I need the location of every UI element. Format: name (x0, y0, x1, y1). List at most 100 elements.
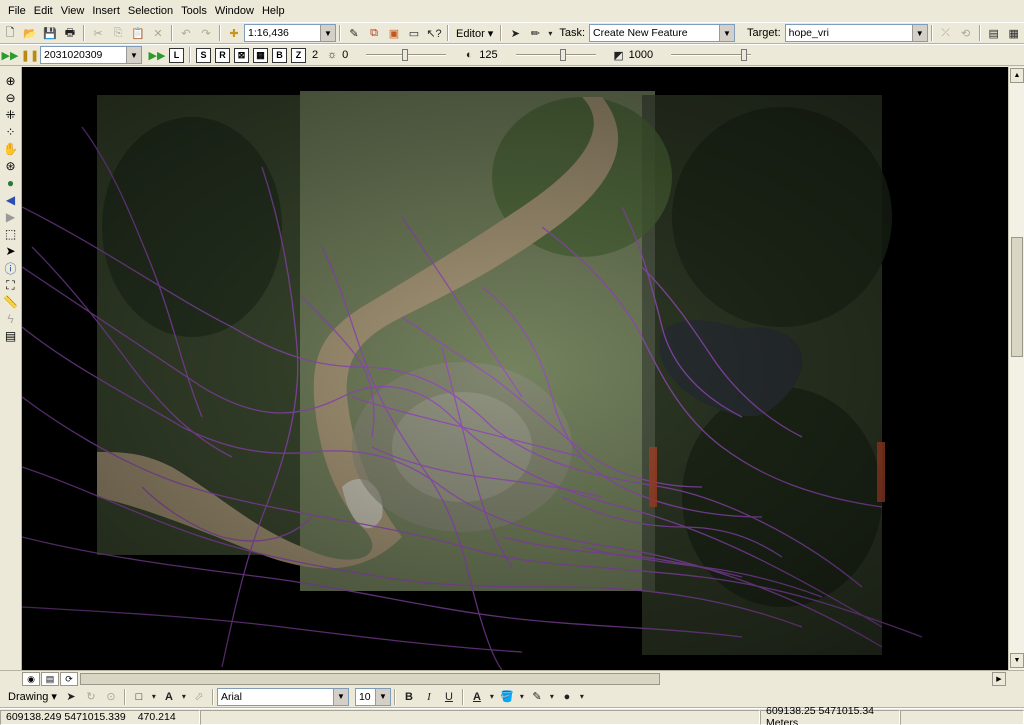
date-select[interactable]: 2031020309 ▼ (40, 46, 142, 64)
underline-button[interactable]: U (440, 688, 458, 706)
swipe-icon[interactable]: ⊠ (234, 47, 249, 63)
zoom-to-selected-icon[interactable]: ⊙ (102, 688, 120, 706)
menu-tools[interactable]: Tools (177, 0, 211, 22)
editor-menu[interactable]: Editor ▾ (456, 27, 493, 40)
arccatalog-icon[interactable]: ▣ (385, 24, 403, 42)
rotate-icon[interactable]: ↻ (82, 688, 100, 706)
horizontal-scrollbar[interactable]: ◉ ▤ ⟳ ▶ (0, 670, 1024, 686)
chevron-down-icon[interactable]: ▼ (719, 25, 735, 41)
whats-this-icon[interactable]: ↖? (425, 24, 443, 42)
vertical-scroll-thumb[interactable] (1011, 237, 1023, 357)
sketch-dropdown-icon[interactable]: ▾ (546, 24, 554, 42)
attributes-icon[interactable]: ▤ (985, 24, 1003, 42)
line-color-icon[interactable]: ✎ (528, 688, 546, 706)
sketch-tool-icon[interactable]: ✏ (526, 24, 544, 42)
vertical-scrollbar[interactable]: ▲ ▼ (1008, 67, 1024, 670)
new-document-icon[interactable]: 🗋 (1, 24, 19, 42)
pan-icon[interactable]: ✋ (2, 141, 19, 157)
layout-view-tab-icon[interactable]: ▤ (41, 672, 59, 686)
fast-forward-icon[interactable]: ▶▶ (148, 46, 166, 64)
menu-selection[interactable]: Selection (124, 0, 177, 22)
data-view-tab-icon[interactable]: ◉ (22, 672, 40, 686)
menu-file[interactable]: File (4, 0, 30, 22)
fill-color-dropdown-icon[interactable]: ▾ (518, 688, 526, 706)
select-features-icon[interactable]: ⬚ (2, 226, 19, 242)
paste-icon[interactable]: 📋 (129, 24, 147, 42)
zoom-out-icon[interactable]: ⊖ (2, 90, 19, 106)
chevron-down-icon[interactable]: ▼ (332, 688, 348, 705)
print-icon[interactable]: 🖶 (61, 24, 79, 42)
fixed-zoom-in-icon[interactable]: ⁜ (2, 107, 19, 123)
menu-edit[interactable]: Edit (30, 0, 57, 22)
zoom-in-icon[interactable]: ⊕ (2, 73, 19, 89)
slider-thumb[interactable] (741, 49, 748, 61)
open-icon[interactable]: 📂 (21, 24, 39, 42)
layer-z-icon[interactable]: Z (291, 47, 306, 63)
menu-view[interactable]: View (57, 0, 89, 22)
split-tool-icon[interactable]: ⤫ (937, 24, 955, 42)
layer-r-icon[interactable]: R (215, 47, 230, 63)
identify-icon[interactable]: ⓘ (2, 260, 19, 276)
layer-b-icon[interactable]: B (272, 47, 287, 63)
rectangle-icon[interactable]: □ (130, 688, 148, 706)
scroll-up-icon[interactable]: ▲ (1010, 68, 1024, 83)
fixed-zoom-out-icon[interactable]: ⁘ (2, 124, 19, 140)
measure-icon[interactable]: 📏 (2, 294, 19, 310)
hyperlink-icon[interactable]: ϟ (2, 311, 19, 327)
scroll-right-icon[interactable]: ▶ (992, 672, 1006, 686)
rectangle-dropdown-icon[interactable]: ▾ (150, 688, 158, 706)
refresh-icon[interactable]: ⟳ (60, 672, 78, 686)
transparency-slider[interactable] (671, 46, 752, 64)
fill-color-icon[interactable]: 🪣 (498, 688, 516, 706)
grid-icon[interactable]: ▦ (253, 47, 268, 63)
task-select[interactable]: Create New Feature ▼ (589, 24, 736, 42)
arctoolbox-icon[interactable]: ⧉ (365, 24, 383, 42)
html-popup-icon[interactable]: ▤ (2, 328, 19, 344)
chevron-down-icon[interactable]: ▼ (320, 25, 335, 41)
menu-help[interactable]: Help (258, 0, 289, 22)
menu-insert[interactable]: Insert (88, 0, 124, 22)
text-dropdown-icon[interactable]: ▾ (180, 688, 188, 706)
chevron-down-icon[interactable]: ▼ (911, 25, 927, 41)
chevron-down-icon[interactable]: ▼ (126, 47, 141, 63)
sketch-properties-icon[interactable]: ▦ (1005, 24, 1023, 42)
text-tool-icon[interactable]: A (160, 688, 178, 706)
cut-icon[interactable]: ✂ (89, 24, 107, 42)
scroll-down-icon[interactable]: ▼ (1010, 653, 1024, 668)
italic-button[interactable]: I (420, 688, 438, 706)
marker-color-icon[interactable]: ● (558, 688, 576, 706)
rotate-tool-icon[interactable]: ⟲ (957, 24, 975, 42)
pause-icon[interactable]: ❚❚ (21, 46, 39, 64)
map-display[interactable] (22, 67, 1008, 670)
undo-icon[interactable]: ↶ (177, 24, 195, 42)
line-color-dropdown-icon[interactable]: ▾ (548, 688, 556, 706)
font-color-button[interactable]: A (468, 688, 486, 706)
select-elements-icon[interactable]: ➤ (62, 688, 80, 706)
target-select[interactable]: hope_vri ▼ (784, 24, 928, 42)
font-select[interactable]: Arial ▼ (216, 687, 349, 706)
add-data-icon[interactable]: ✚ (225, 24, 243, 42)
editor-toolbar-icon[interactable]: ✎ (345, 24, 363, 42)
edit-tool-icon[interactable]: ➤ (506, 24, 524, 42)
select-elements-icon[interactable]: ➤ (2, 243, 19, 259)
slider-thumb[interactable] (559, 49, 566, 61)
bold-button[interactable]: B (400, 688, 418, 706)
font-color-dropdown-icon[interactable]: ▾ (488, 688, 496, 706)
brightness-slider[interactable] (366, 46, 447, 64)
horizontal-scroll-thumb[interactable] (80, 673, 660, 685)
layer-l-icon[interactable]: L (169, 47, 184, 63)
globe-icon[interactable]: ● (2, 175, 19, 191)
forward-extent-icon[interactable]: ▶ (2, 209, 19, 225)
layer-s-icon[interactable]: S (196, 47, 211, 63)
slider-thumb[interactable] (402, 49, 409, 61)
delete-icon[interactable]: ✕ (149, 24, 167, 42)
command-line-icon[interactable]: ▭ (405, 24, 423, 42)
redo-icon[interactable]: ↷ (197, 24, 215, 42)
map-scale-combo[interactable]: 1:16,436 ▼ (244, 24, 336, 42)
drawing-menu[interactable]: Drawing ▾ (8, 690, 57, 703)
menu-window[interactable]: Window (211, 0, 258, 22)
contrast-slider[interactable] (515, 46, 596, 64)
copy-icon[interactable]: ⎘ (109, 24, 127, 42)
edit-vertices-icon[interactable]: ⬀ (190, 688, 208, 706)
chevron-down-icon[interactable]: ▼ (374, 688, 390, 705)
